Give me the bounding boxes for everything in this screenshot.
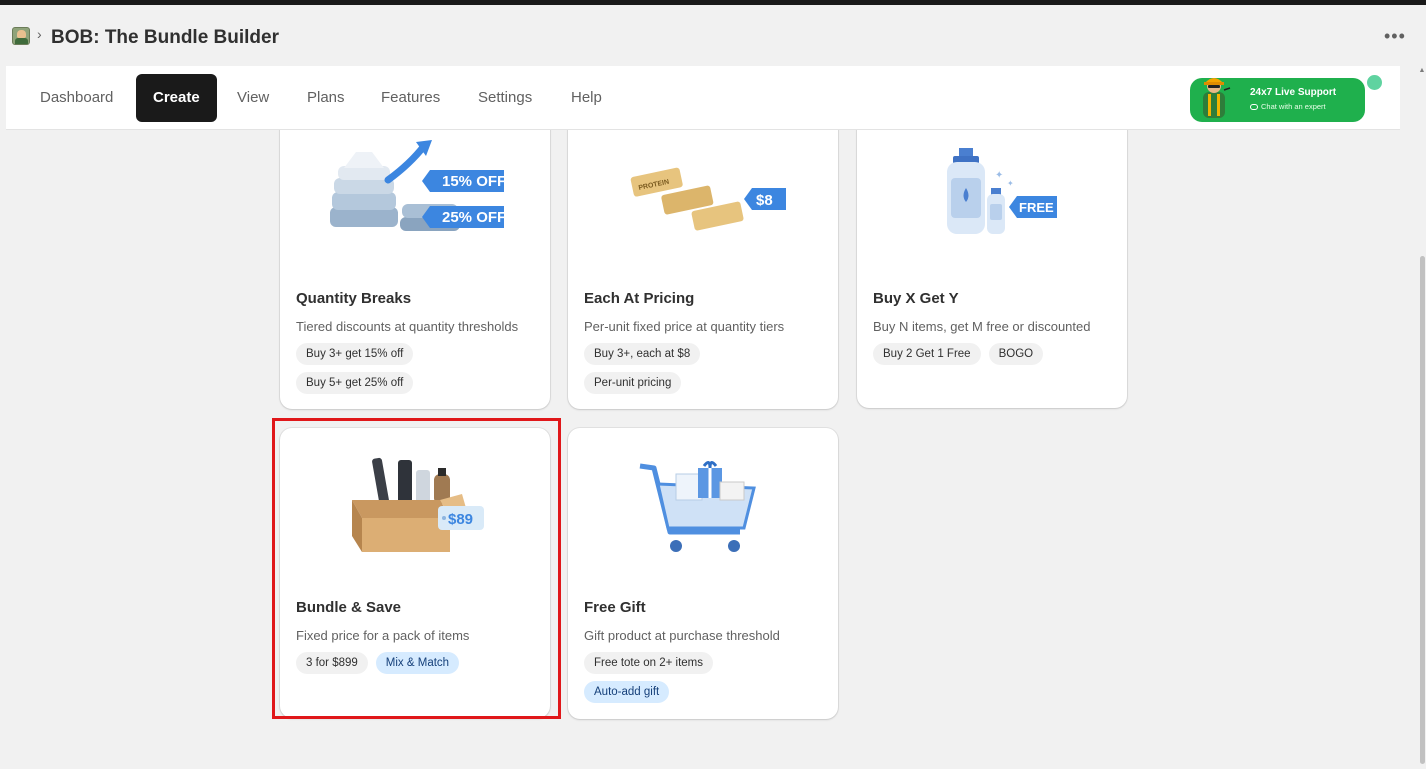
support-title: 24x7 Live Support	[1250, 87, 1337, 98]
card-buy-x-get-y[interactable]: ✦ ✦ FREE Buy X Get Y Buy N items, get M …	[857, 112, 1127, 408]
svg-text:✦: ✦	[995, 170, 1003, 181]
tag: Per-unit pricing	[584, 372, 682, 394]
card-title: Quantity Breaks	[296, 290, 412, 307]
quantity-breaks-illustration: 15% OFF 25% OFF	[330, 140, 506, 231]
price-label-8: $8	[756, 192, 773, 209]
nav-settings[interactable]: Settings	[461, 74, 549, 122]
card-bundle-and-save[interactable]: $89 Bundle & Save Fixed price for a pack…	[280, 428, 550, 718]
app-logo-icon[interactable]	[12, 27, 30, 45]
card-tags: Buy 3+, each at $8 Per-unit pricing	[584, 343, 734, 394]
card-title: Buy X Get Y	[873, 290, 959, 307]
tag: Buy 2 Get 1 Free	[873, 343, 981, 365]
card-description: Buy N items, get M free or discounted	[873, 319, 1091, 334]
tag: 3 for $899	[296, 652, 368, 674]
free-label: FREE	[1019, 200, 1054, 215]
chat-icon	[1250, 104, 1258, 111]
app-titlebar: › BOB: The Bundle Builder •••	[0, 5, 1426, 65]
each-at-pricing-illustration: PROTEIN $8	[630, 167, 786, 231]
breadcrumb-separator: ›	[37, 26, 42, 42]
buy-x-get-y-illustration: ✦ ✦ FREE	[947, 148, 1057, 234]
support-subtitle: Chat with an expert	[1250, 102, 1326, 111]
tag-highlighted: Auto-add gift	[584, 681, 670, 703]
tag-highlighted: Mix & Match	[375, 652, 460, 674]
card-tags: Buy 2 Get 1 Free BOGO	[873, 343, 1113, 365]
card-title: Free Gift	[584, 599, 646, 616]
nav-help[interactable]: Help	[554, 74, 619, 122]
svg-text:✦: ✦	[1007, 179, 1014, 188]
nav-plans[interactable]: Plans	[290, 74, 362, 122]
more-actions-icon[interactable]: •••	[1384, 27, 1406, 45]
nav-features[interactable]: Features	[364, 74, 457, 122]
tag: Buy 5+ get 25% off	[296, 372, 414, 394]
card-free-gift[interactable]: Free Gift Gift product at purchase thres…	[568, 428, 838, 719]
tag: Free tote on 2+ items	[584, 652, 713, 674]
nav-create[interactable]: Create	[136, 74, 217, 122]
card-title: Each At Pricing	[584, 290, 695, 307]
card-tags: Buy 3+ get 15% off Buy 5+ get 25% off	[296, 343, 446, 394]
card-description: Gift product at purchase threshold	[584, 628, 780, 643]
scrollbar-thumb[interactable]	[1420, 256, 1425, 764]
scroll-up-icon[interactable]: ▲	[1418, 67, 1426, 75]
card-tags: Free tote on 2+ items Auto-add gift	[584, 652, 744, 703]
nav-view[interactable]: View	[220, 74, 286, 122]
tag: Buy 3+ get 15% off	[296, 343, 414, 365]
tag: BOGO	[988, 343, 1044, 365]
app-title: BOB: The Bundle Builder	[51, 27, 279, 48]
card-description: Fixed price for a pack of items	[296, 628, 470, 643]
card-tags: 3 for $899 Mix & Match	[296, 652, 536, 674]
card-description: Tiered discounts at quantity thresholds	[296, 319, 519, 334]
free-gift-cart-illustration	[639, 461, 756, 552]
support-subtitle-text: Chat with an expert	[1261, 102, 1326, 111]
live-support-button[interactable]: 24x7 Live Support Chat with an expert	[1190, 78, 1365, 122]
card-quantity-breaks[interactable]: 15% OFF 25% OFF Quantity Breaks Tiered d…	[280, 112, 550, 409]
bundle-and-save-illustration: $89	[352, 457, 484, 552]
nav-dashboard[interactable]: Dashboard	[23, 74, 130, 122]
support-agent-icon	[1203, 78, 1231, 118]
card-title: Bundle & Save	[296, 599, 402, 616]
bundle-price-label: $89	[448, 511, 473, 528]
main-nav: Dashboard Create View Plans Features Set…	[6, 66, 1400, 130]
tag: Buy 3+, each at $8	[584, 343, 701, 365]
online-status-dot	[1367, 75, 1382, 90]
discount-label-25: 25% OFF	[442, 209, 506, 226]
card-description: Per-unit fixed price at quantity tiers	[584, 319, 785, 334]
card-each-at-pricing[interactable]: PROTEIN $8 Each At Pricing Per-unit fixe…	[568, 112, 838, 409]
discount-label-15: 15% OFF	[442, 173, 506, 190]
